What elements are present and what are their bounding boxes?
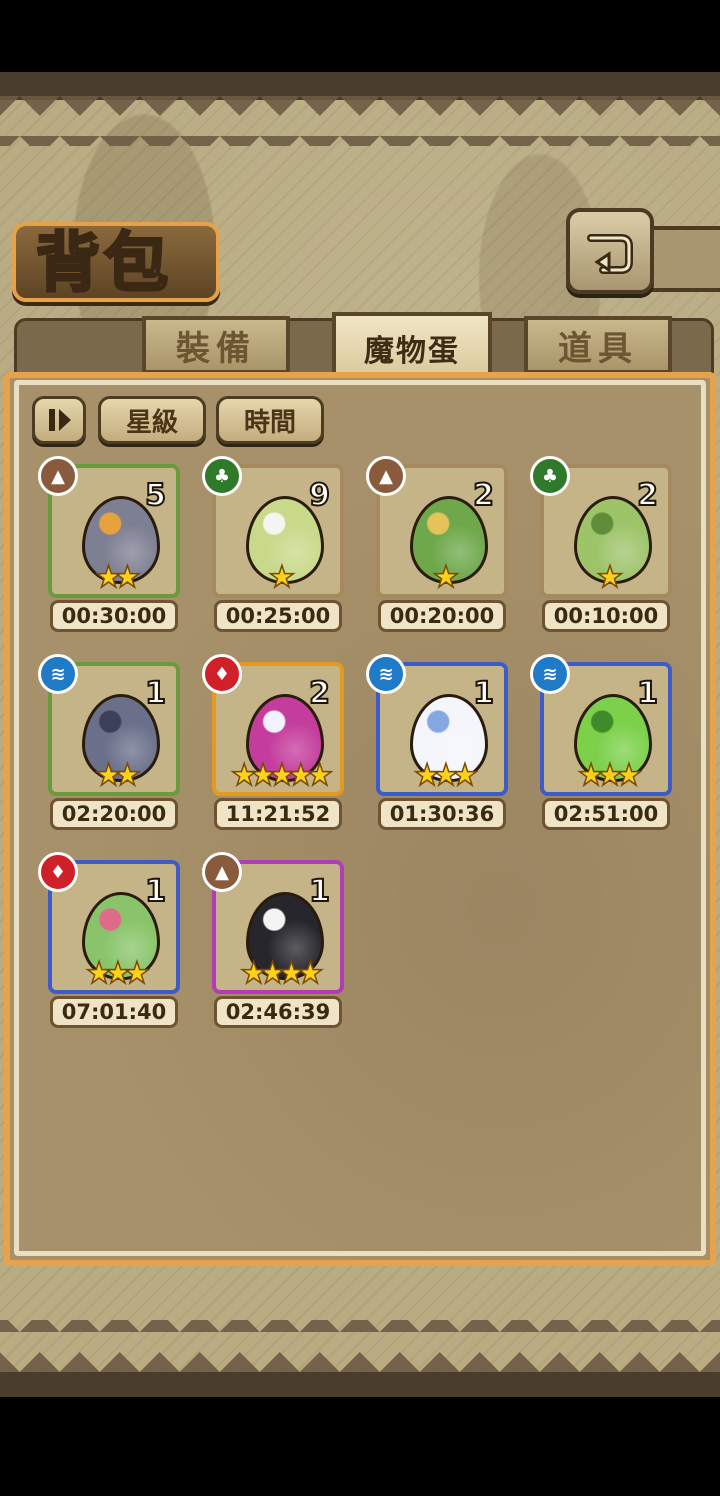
tab-items[interactable]: 道具 [524,316,672,374]
egg-count: 5 [144,477,167,514]
water-element-icon: ≋ [366,654,406,694]
tab-equipment[interactable]: 裝備 [142,316,290,374]
star-rating: ★★★ [413,757,479,794]
sort-order-toggle[interactable] [32,396,86,444]
star-rating: ★★ [94,559,141,596]
hatch-timer: 00:25:00 [214,600,342,632]
egg-card[interactable]: 2 ▲ ★ 00:20:00 [366,456,512,636]
page-title: 背包 [35,225,172,303]
return-arrow-icon [587,234,633,274]
star-rating: ★ [596,559,624,596]
star-rating: ★ [268,559,296,596]
sort-order-icon [49,409,71,431]
fire-element-icon: ♦ [202,654,242,694]
hatch-timer: 00:20:00 [378,600,506,632]
hatch-timer: 00:10:00 [542,600,670,632]
egg-card[interactable]: 1 ≋ ★★ 02:20:00 [38,654,184,834]
earth-element-icon: ▲ [366,456,406,496]
egg-count: 1 [144,675,167,712]
bottom-zigzag-decoration [0,1320,720,1372]
star-rating: ★★★ [85,955,151,992]
hatch-timer: 01:30:36 [378,798,506,830]
hatch-timer: 02:51:00 [542,798,670,830]
egg-count: 2 [636,477,659,514]
star-rating: ★★ [94,757,141,794]
egg-count: 9 [308,477,331,514]
hatch-timer: 07:01:40 [50,996,178,1028]
star-rating: ★★★★ [239,955,324,992]
wood-element-icon: ♣ [530,456,570,496]
egg-card[interactable]: 5 ▲ ★★ 00:30:00 [38,456,184,636]
egg-count: 1 [144,873,167,910]
star-rating: ★★★ [577,757,643,794]
earth-element-icon: ▲ [202,852,242,892]
hatch-timer: 00:30:00 [50,600,178,632]
egg-count: 2 [308,675,331,712]
back-button[interactable] [566,208,654,294]
egg-count: 1 [472,675,495,712]
egg-card[interactable]: 1 ▲ ★★★★ 02:46:39 [202,852,348,1032]
water-element-icon: ≋ [38,654,78,694]
sort-by-time-button[interactable]: 時間 [216,396,324,444]
star-rating: ★ [432,559,460,596]
bottom-border [0,1372,720,1397]
egg-card[interactable]: 2 ♣ ★ 00:10:00 [530,456,676,636]
hatch-timer: 02:46:39 [214,996,342,1028]
egg-card[interactable]: 1 ≋ ★★★ 02:51:00 [530,654,676,834]
top-zigzag-decoration [0,96,720,146]
egg-count: 2 [472,477,495,514]
sort-by-stars-button[interactable]: 星級 [98,396,206,444]
star-rating: ★★★★★ [230,757,334,794]
earth-element-icon: ▲ [38,456,78,496]
hatch-timer: 11:21:52 [214,798,342,830]
fire-element-icon: ♦ [38,852,78,892]
egg-card[interactable]: 9 ♣ ★ 00:25:00 [202,456,348,636]
egg-card[interactable]: 1 ≋ ★★★ 01:30:36 [366,654,512,834]
egg-count: 1 [308,873,331,910]
wood-element-icon: ♣ [202,456,242,496]
egg-card[interactable]: 1 ♦ ★★★ 07:01:40 [38,852,184,1032]
egg-card[interactable]: 2 ♦ ★★★★★ 11:21:52 [202,654,348,834]
hatch-timer: 02:20:00 [50,798,178,830]
water-element-icon: ≋ [530,654,570,694]
egg-count: 1 [636,675,659,712]
